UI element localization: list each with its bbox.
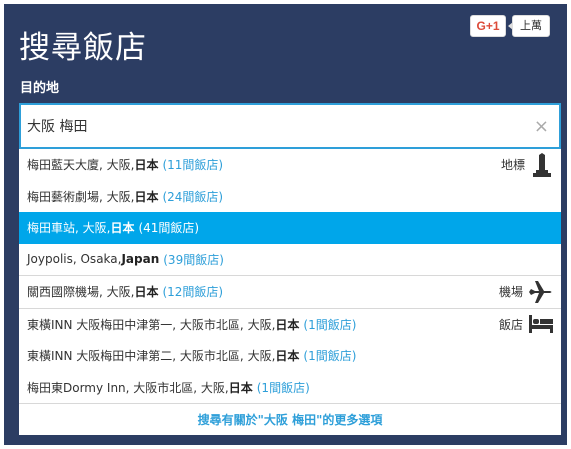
- google-plus-label: G+1: [476, 19, 500, 33]
- suggestion-hotel-count: (1間飯店): [303, 349, 357, 364]
- suggestion-country: 日本: [110, 221, 135, 236]
- category-landmark: 地標: [501, 149, 553, 181]
- google-plus-button[interactable]: G+1: [470, 15, 506, 37]
- category-label: 飯店: [498, 317, 523, 332]
- destination-label: 目的地: [20, 81, 60, 96]
- suggestion-item[interactable]: 梅田東Dormy Inn, 大阪市北區, 大阪, 日本 (1間飯店): [19, 372, 561, 404]
- destination-search-box: ×: [19, 103, 561, 149]
- suggestion-name: 東橫INN 大阪梅田中津第二, 大阪市北區, 大阪,: [27, 349, 276, 364]
- clear-icon[interactable]: ×: [534, 116, 549, 137]
- page-title: 搜尋飯店: [19, 30, 147, 66]
- destination-input[interactable]: [27, 118, 517, 134]
- category-hotel: 飯店: [499, 309, 553, 341]
- more-options-link[interactable]: 搜尋有關於"大阪 梅田"的更多選項: [19, 404, 561, 435]
- suggestion-name: 梅田藍天大廈, 大阪,: [27, 158, 135, 173]
- hotel-search-widget: 搜尋飯店 G+1 上萬 目的地 × 梅田藍天大廈, 大阪, 日本(11間飯店) …: [4, 4, 567, 445]
- suggestion-item[interactable]: 梅田藍天大廈, 大阪, 日本 (11間飯店) 地標: [19, 149, 561, 181]
- airplane-icon: [529, 280, 552, 303]
- suggestion-hotel-count: (41間飯店): [138, 221, 200, 236]
- category-label: 地標: [500, 158, 525, 173]
- suggestion-hotel-count: (1間飯店): [256, 380, 310, 395]
- suggestion-dropdown: 梅田藍天大廈, 大阪, 日本 (11間飯店) 地標 梅田藝術劇場, 大阪, 日本(…: [19, 149, 561, 435]
- suggestion-group-hotels: 東橫INN 大阪梅田中津第一, 大阪市北區, 大阪, 日本 (1間飯店) 飯店 東…: [19, 309, 561, 404]
- bed-icon: [529, 315, 553, 334]
- suggestion-name: Joypolis, Osaka,: [27, 252, 122, 267]
- google-plus-count: 上萬: [508, 15, 550, 37]
- suggestion-country: Japan: [121, 252, 160, 267]
- suggestion-country: 日本: [134, 158, 159, 173]
- category-airport: 機場: [499, 276, 553, 308]
- landmark-icon: [533, 152, 551, 177]
- suggestion-item[interactable]: Joypolis, Osaka, Japan (39間飯店): [19, 244, 561, 276]
- suggestion-item[interactable]: 東橫INN 大阪梅田中津第一, 大阪市北區, 大阪, 日本 (1間飯店) 飯店: [19, 309, 561, 341]
- suggestion-hotel-count: (11間飯店): [162, 158, 224, 173]
- suggestion-country: 日本: [275, 317, 300, 332]
- suggestion-country: 日本: [134, 189, 159, 204]
- suggestion-name: 梅田東Dormy Inn, 大阪市北區, 大阪,: [27, 380, 229, 395]
- suggestion-item[interactable]: 東橫INN 大阪梅田中津第二, 大阪市北區, 大阪, 日本 (1間飯店): [19, 340, 561, 372]
- suggestion-item-highlighted[interactable]: 梅田車站, 大阪, 日本 (41間飯店): [19, 212, 561, 244]
- suggestion-hotel-count: (39間飯店): [163, 252, 224, 267]
- suggestion-country: 日本: [134, 285, 159, 300]
- google-plus-share: G+1 上萬: [470, 15, 550, 37]
- suggestion-item[interactable]: 梅田藝術劇場, 大阪, 日本 (24間飯店): [19, 181, 561, 213]
- suggestion-country: 日本: [228, 380, 253, 395]
- suggestion-name: 東橫INN 大阪梅田中津第一, 大阪市北區, 大阪,: [27, 317, 276, 332]
- suggestion-group-landmarks: 梅田藍天大廈, 大阪, 日本 (11間飯店) 地標 梅田藝術劇場, 大阪, 日本(…: [19, 149, 561, 276]
- suggestion-name: 梅田車站, 大阪,: [27, 221, 111, 236]
- suggestion-name: 梅田藝術劇場, 大阪,: [27, 189, 135, 204]
- suggestion-hotel-count: (1間飯店): [303, 317, 357, 332]
- category-label: 機場: [498, 285, 523, 300]
- suggestion-group-airports: 關西國際機場, 大阪, 日本 (12間飯店) 機場: [19, 276, 561, 309]
- suggestion-hotel-count: (24間飯店): [162, 189, 224, 204]
- suggestion-item[interactable]: 關西國際機場, 大阪, 日本 (12間飯店) 機場: [19, 276, 561, 308]
- suggestion-name: 關西國際機場, 大阪,: [27, 285, 135, 300]
- suggestion-hotel-count: (12間飯店): [162, 285, 224, 300]
- suggestion-country: 日本: [275, 349, 300, 364]
